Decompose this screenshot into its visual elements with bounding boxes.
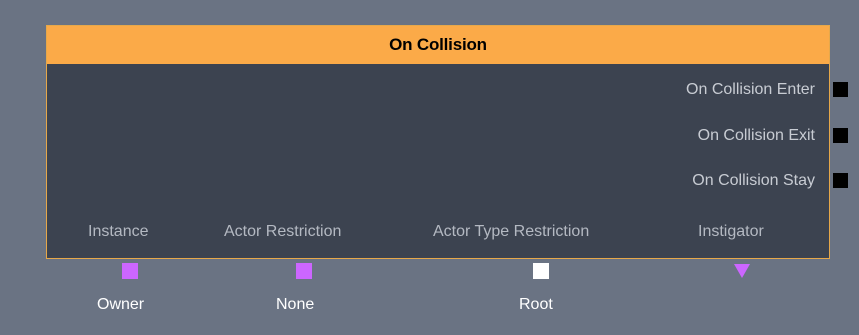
output-on-collision-exit: On Collision Exit (698, 124, 815, 148)
output-pin-on-collision-stay[interactable] (833, 173, 848, 188)
on-collision-node[interactable]: On Collision On Collision Enter On Colli… (46, 25, 830, 259)
input-pin-instance[interactable] (122, 263, 138, 279)
output-pin-on-collision-enter[interactable] (833, 82, 848, 97)
output-on-collision-stay: On Collision Stay (692, 169, 815, 193)
input-pin-instigator[interactable] (734, 264, 750, 278)
node-header[interactable]: On Collision (47, 26, 829, 64)
input-value-actor-type-restriction[interactable]: Root (519, 296, 553, 314)
input-label-actor-type-restriction: Actor Type Restriction (433, 223, 590, 240)
output-pin-on-collision-exit[interactable] (833, 128, 848, 143)
node-title: On Collision (389, 35, 487, 54)
output-label: On Collision Exit (697, 127, 815, 144)
output-label: On Collision Enter (686, 81, 815, 98)
input-label-instance: Instance (88, 223, 149, 240)
input-label-actor-restriction: Actor Restriction (224, 223, 342, 240)
output-label: On Collision Stay (692, 172, 815, 189)
input-value-actor-restriction[interactable]: None (276, 296, 314, 314)
input-label-instigator: Instigator (698, 223, 764, 240)
input-pin-actor-type-restriction[interactable] (533, 263, 549, 279)
input-pin-actor-restriction[interactable] (296, 263, 312, 279)
output-on-collision-enter: On Collision Enter (686, 78, 815, 102)
input-value-instance[interactable]: Owner (97, 296, 144, 314)
